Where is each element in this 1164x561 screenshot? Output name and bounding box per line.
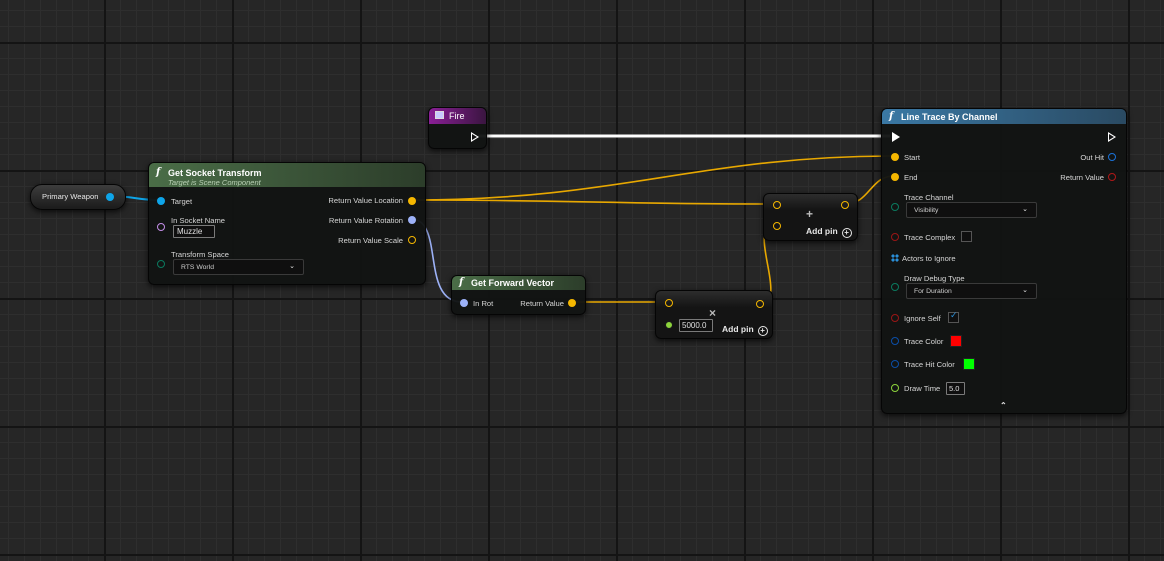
draw-time-label: Draw Time [904,384,941,393]
chevron-down-icon: ⌄ [1022,206,1028,213]
return-rotation-label: Return Value Rotation [328,216,403,225]
primary-weapon-node[interactable]: Primary Weapon [30,184,126,210]
add-in-b-pin[interactable] [773,222,781,230]
out-hit-pin[interactable] [1108,153,1116,161]
ignore-self-pin[interactable] [891,314,899,322]
socket-name-label: In Socket Name [171,216,226,225]
multiply-add-pin-label: Add pin [722,324,754,334]
draw-time-field[interactable]: 5.0 [946,382,965,395]
add-circle-icon: + [841,228,852,238]
trace-hit-color-label: Trace Hit Color [904,360,955,369]
chevron-down-icon: ⌄ [1022,287,1028,294]
multiply-add-pin-button[interactable]: Add pin + [722,324,768,336]
trace-complex-pin[interactable] [891,233,899,241]
function-icon: f [889,111,894,122]
trace-channel-label: Trace Channel [904,193,954,202]
trace-color-label: Trace Color [904,337,944,346]
multiply-symbol: × [709,306,717,320]
line-trace-header: f Line Trace By Channel [882,109,1126,124]
line-trace-exec-out-pin[interactable] [1108,132,1116,142]
function-icon: f [459,277,464,288]
return-scale-pin[interactable] [408,236,416,244]
socket-name-field[interactable]: Muzzle [173,225,215,238]
fire-header: Fire [429,108,486,124]
add-symbol: + [806,207,814,221]
get-socket-transform-subtitle: Target is Scene Component [168,178,261,187]
transform-space-pin[interactable] [157,260,165,268]
add-in-a-pin[interactable] [773,201,781,209]
draw-debug-value: For Duration [914,288,952,295]
start-pin[interactable] [891,153,899,161]
line-trace-node[interactable]: f Line Trace By Channel Start End Out Hi… [881,108,1127,414]
draw-debug-pin[interactable] [891,283,899,291]
event-icon [435,111,444,119]
get-socket-transform-header: f Get Socket Transform Target is Scene C… [149,163,425,187]
transform-space-value: RTS World [181,264,214,271]
add-circle-icon: + [757,326,768,336]
ignore-self-checkbox[interactable]: ✓ [948,310,959,323]
trace-color-pin[interactable] [891,337,899,345]
chevron-up-icon[interactable]: ⌃ [1000,401,1007,410]
add-node[interactable]: + Add pin + [763,193,858,241]
end-pin[interactable] [891,173,899,181]
actors-to-ignore-pin[interactable] [891,254,899,262]
trace-hit-color-pin[interactable] [891,360,899,368]
checkmark-icon: ✓ [950,310,958,320]
forward-return-pin[interactable] [568,299,576,307]
primary-weapon-label: Primary Weapon [42,192,99,201]
trace-hit-color-swatch[interactable] [963,358,975,370]
multiply-in-a-pin[interactable] [665,299,673,307]
forward-return-label: Return Value [520,299,564,308]
in-rot-pin[interactable] [460,299,468,307]
trace-channel-dropdown[interactable]: Visibility ⌄ [906,202,1037,218]
primary-weapon-out-pin[interactable] [106,193,114,201]
multiply-value-field[interactable]: 5000.0 [679,319,713,332]
in-rot-label: In Rot [473,299,494,308]
get-forward-vector-header: f Get Forward Vector [452,276,585,290]
socket-name-pin[interactable] [157,223,165,231]
add-add-pin-button[interactable]: Add pin + [806,226,852,238]
start-label: Start [904,153,921,162]
get-socket-transform-title: Get Socket Transform [168,168,262,178]
get-forward-vector-node[interactable]: f Get Forward Vector In Rot Return Value [451,275,586,315]
get-socket-transform-node[interactable]: f Get Socket Transform Target is Scene C… [148,162,426,285]
function-icon: f [156,167,161,178]
return-location-label: Return Value Location [328,196,403,205]
return-location-pin[interactable] [408,197,416,205]
chevron-down-icon: ⌄ [289,263,295,270]
return-rotation-pin[interactable] [408,216,416,224]
trace-channel-pin[interactable] [891,203,899,211]
multiply-node[interactable]: × 5000.0 Add pin + [655,290,773,339]
trace-color-swatch[interactable] [950,335,962,347]
ignore-self-label: Ignore Self [904,314,941,323]
draw-time-pin[interactable] [891,384,899,392]
transform-space-dropdown[interactable]: RTS World ⌄ [173,259,304,275]
fire-title: Fire [449,111,465,121]
multiply-out-pin[interactable] [756,300,764,308]
add-add-pin-label: Add pin [806,226,838,236]
out-hit-label: Out Hit [1080,153,1104,162]
trace-channel-value: Visibility [914,207,939,214]
fire-event-node[interactable]: Fire [428,107,487,149]
actors-to-ignore-label: Actors to Ignore [902,254,956,263]
vector-wire-location-add [411,199,776,205]
return-scale-label: Return Value Scale [338,236,403,245]
get-forward-vector-title: Get Forward Vector [471,278,555,288]
transform-space-label: Transform Space [171,250,229,259]
multiply-in-b-pin[interactable] [665,321,673,329]
line-trace-title: Line Trace By Channel [901,112,998,122]
target-pin[interactable] [157,197,165,205]
line-trace-exec-in-pin[interactable] [892,132,900,142]
trace-complex-checkbox[interactable] [961,231,972,242]
draw-debug-label: Draw Debug Type [904,274,965,283]
line-trace-return-label: Return Value [1060,173,1104,182]
target-pin-label: Target [171,197,193,206]
trace-complex-label: Trace Complex [904,233,956,242]
end-label: End [904,173,918,182]
draw-debug-dropdown[interactable]: For Duration ⌄ [906,283,1037,299]
fire-exec-out-pin[interactable] [471,132,479,142]
line-trace-return-pin[interactable] [1108,173,1116,181]
add-out-pin[interactable] [841,201,849,209]
